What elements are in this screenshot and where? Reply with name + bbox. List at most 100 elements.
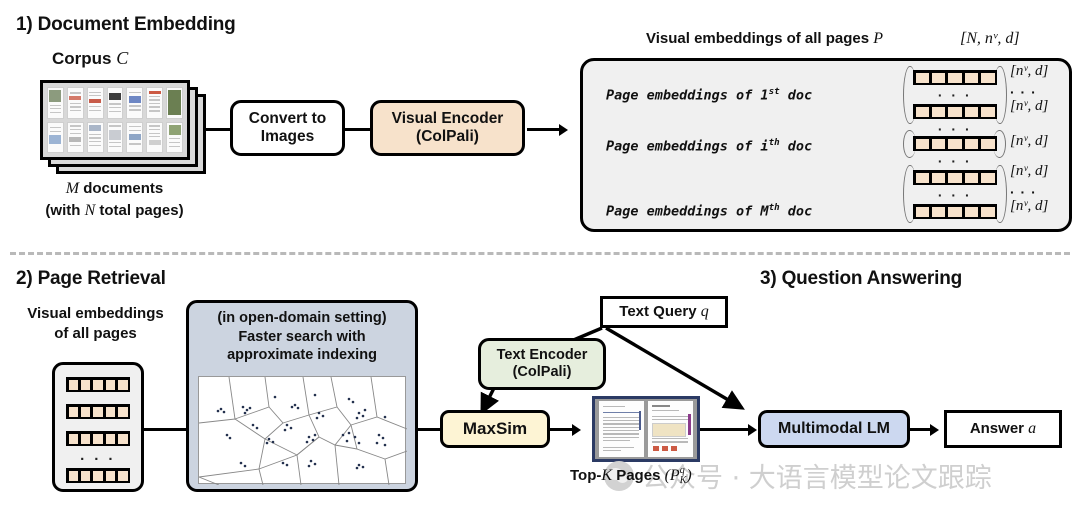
corpus-thumbnail: [166, 121, 183, 153]
topk-caption: Top-K Pages (P q K): [570, 465, 692, 486]
topk-caption-k: K: [601, 466, 613, 484]
embedding-stack-ellipsis: · · ·: [80, 451, 116, 468]
embeddings-panel-shape: [N, nᵛ, d]: [960, 30, 1020, 47]
indexing-line1: (in open-domain setting): [217, 310, 387, 326]
multimodal-lm-node[interactable]: Multimodal LM: [758, 410, 910, 448]
answer-label: Answer: [969, 419, 1029, 437]
corpus-thumbnail: [106, 87, 124, 119]
corpus-documents-text: documents: [79, 180, 164, 197]
arrowhead-to-multimodal-lm: [748, 423, 757, 436]
section-2-title: 2) Page Retrieval: [16, 268, 166, 289]
indexing-line2: Faster search with: [238, 328, 366, 345]
retrieval-left-label-line2: of all pages: [54, 325, 137, 342]
embedding-vector: [913, 170, 997, 185]
embedding-vector: [913, 136, 997, 151]
embedding-ellipsis: · · ·: [937, 87, 973, 103]
embedding-shape: [nᵛ, d]: [1010, 163, 1049, 179]
watermark-text: 公众号 · 大语言模型论文跟踪: [642, 463, 992, 494]
corpus-sheet-front: [40, 80, 190, 160]
answer-node[interactable]: Answer a: [944, 410, 1062, 448]
corpus-thumbnail: [166, 87, 183, 119]
corpus-thumbnail: [126, 87, 144, 119]
retrieval-left-label-line1: Visual embeddings: [27, 305, 164, 322]
corpus-thumbnail: [66, 121, 84, 153]
embedding-vector: [913, 204, 997, 219]
embedding-shape: [nᵛ, d]: [1010, 198, 1049, 214]
embedding-group-ellipsis: · · ·: [937, 153, 973, 169]
embeddings-panel-symbol: P: [873, 30, 884, 47]
topk-caption-pages: Pages: [612, 466, 665, 484]
embedding-vector: [66, 377, 130, 392]
voronoi-svg: [198, 376, 408, 486]
convert-to-images-line1: Convert to: [248, 110, 327, 128]
embeddings-panel-title: Visual embeddings of all pages P: [646, 30, 883, 48]
topk-page-thumbnail: [648, 401, 693, 457]
connector-topk-to-multimodal: [700, 428, 748, 431]
diagram-canvas: 1) Document Embedding Corpus C M documen…: [0, 0, 1080, 512]
corpus-thumbnail: [86, 87, 104, 119]
text-encoder-node[interactable]: Text Encoder (ColPali): [478, 338, 606, 390]
visual-encoder-line1: Visual Encoder: [391, 110, 504, 128]
connector-index-to-maxsim: [418, 428, 440, 431]
voronoi-diagram: [198, 376, 408, 486]
corpus-thumbnail-grid: [47, 87, 183, 153]
corpus-m-symbol: M: [65, 180, 80, 197]
text-encoder-line1: Text Encoder: [496, 347, 588, 364]
topk-page-thumbnail: [599, 401, 644, 457]
corpus-caption-line-2: (with N total pages): [12, 202, 217, 220]
embedding-shape: [nᵛ, d]: [1010, 63, 1049, 79]
text-query-label: Text Query: [619, 302, 701, 320]
section-divider: [10, 252, 1070, 255]
convert-to-images-node[interactable]: Convert to Images: [230, 100, 345, 156]
embedding-row-label-3: Page embeddings of Mth doc: [606, 202, 813, 220]
arrowhead-to-answer: [930, 423, 939, 436]
embedding-group-ellipsis: · · ·: [937, 121, 973, 137]
corpus-thumbnail: [47, 87, 64, 119]
embedding-vector: [913, 70, 997, 85]
corpus-total-pages-text: total pages): [95, 202, 184, 219]
embedding-vector: [66, 404, 130, 419]
connector-corpus-to-convert: [205, 128, 230, 131]
arrowhead-to-topk: [572, 423, 581, 436]
embedding-shape: [nᵛ, d]: [1010, 133, 1049, 149]
corpus-label-symbol: C: [116, 48, 129, 68]
corpus-thumbnail: [86, 121, 104, 153]
corpus-thumbnail: [126, 121, 144, 153]
corpus-caption-line-1: M documents: [12, 180, 217, 198]
section-1-title: 1) Document Embedding: [16, 14, 236, 35]
section-3-title: 3) Question Answering: [760, 268, 963, 289]
indexing-line3: approximate indexing: [227, 347, 377, 364]
visual-encoder-node[interactable]: Visual Encoder (ColPali): [370, 100, 525, 156]
connector-maxsim-to-topk: [550, 428, 572, 431]
maxsim-label: MaxSim: [462, 419, 528, 439]
connector-stack-to-index: [144, 428, 186, 431]
corpus-with-text: (with: [45, 202, 85, 219]
connector-multimodal-to-answer: [910, 428, 930, 431]
answer-symbol: a: [1028, 419, 1037, 437]
text-query-symbol: q: [700, 302, 709, 320]
arrowhead-to-embeddings-panel: [559, 123, 568, 136]
topk-pages-preview[interactable]: [592, 396, 700, 462]
embeddings-panel-title-text: Visual embeddings of all pages: [646, 30, 874, 47]
embedding-row-label-2: Page embeddings of ith doc: [606, 137, 813, 155]
topk-caption-p: P: [669, 466, 680, 484]
embedding-ellipsis: · · ·: [937, 187, 973, 203]
visual-encoder-line2: (ColPali): [416, 128, 479, 145]
corpus-thumbnail: [47, 121, 64, 153]
embedding-vector: [913, 104, 997, 119]
embedding-row-label-1: Page embeddings of 1st doc: [606, 86, 813, 104]
text-encoder-line2: (ColPali): [512, 364, 572, 380]
topk-caption-prefix: Top-: [570, 466, 602, 484]
embedding-shape: [nᵛ, d]: [1010, 98, 1049, 114]
corpus-thumbnail: [106, 121, 124, 153]
convert-to-images-line2: Images: [260, 128, 315, 145]
connector-encoder-to-panel: [527, 128, 559, 131]
embedding-vector: [66, 431, 130, 446]
embedding-vector: [66, 468, 130, 483]
maxsim-node[interactable]: MaxSim: [440, 410, 550, 448]
corpus-thumbnail: [66, 87, 84, 119]
connector-convert-to-encoder: [345, 128, 370, 131]
multimodal-lm-label: Multimodal LM: [778, 419, 890, 437]
corpus-thumbnail: [146, 87, 164, 119]
corpus-label: Corpus C: [52, 48, 128, 69]
